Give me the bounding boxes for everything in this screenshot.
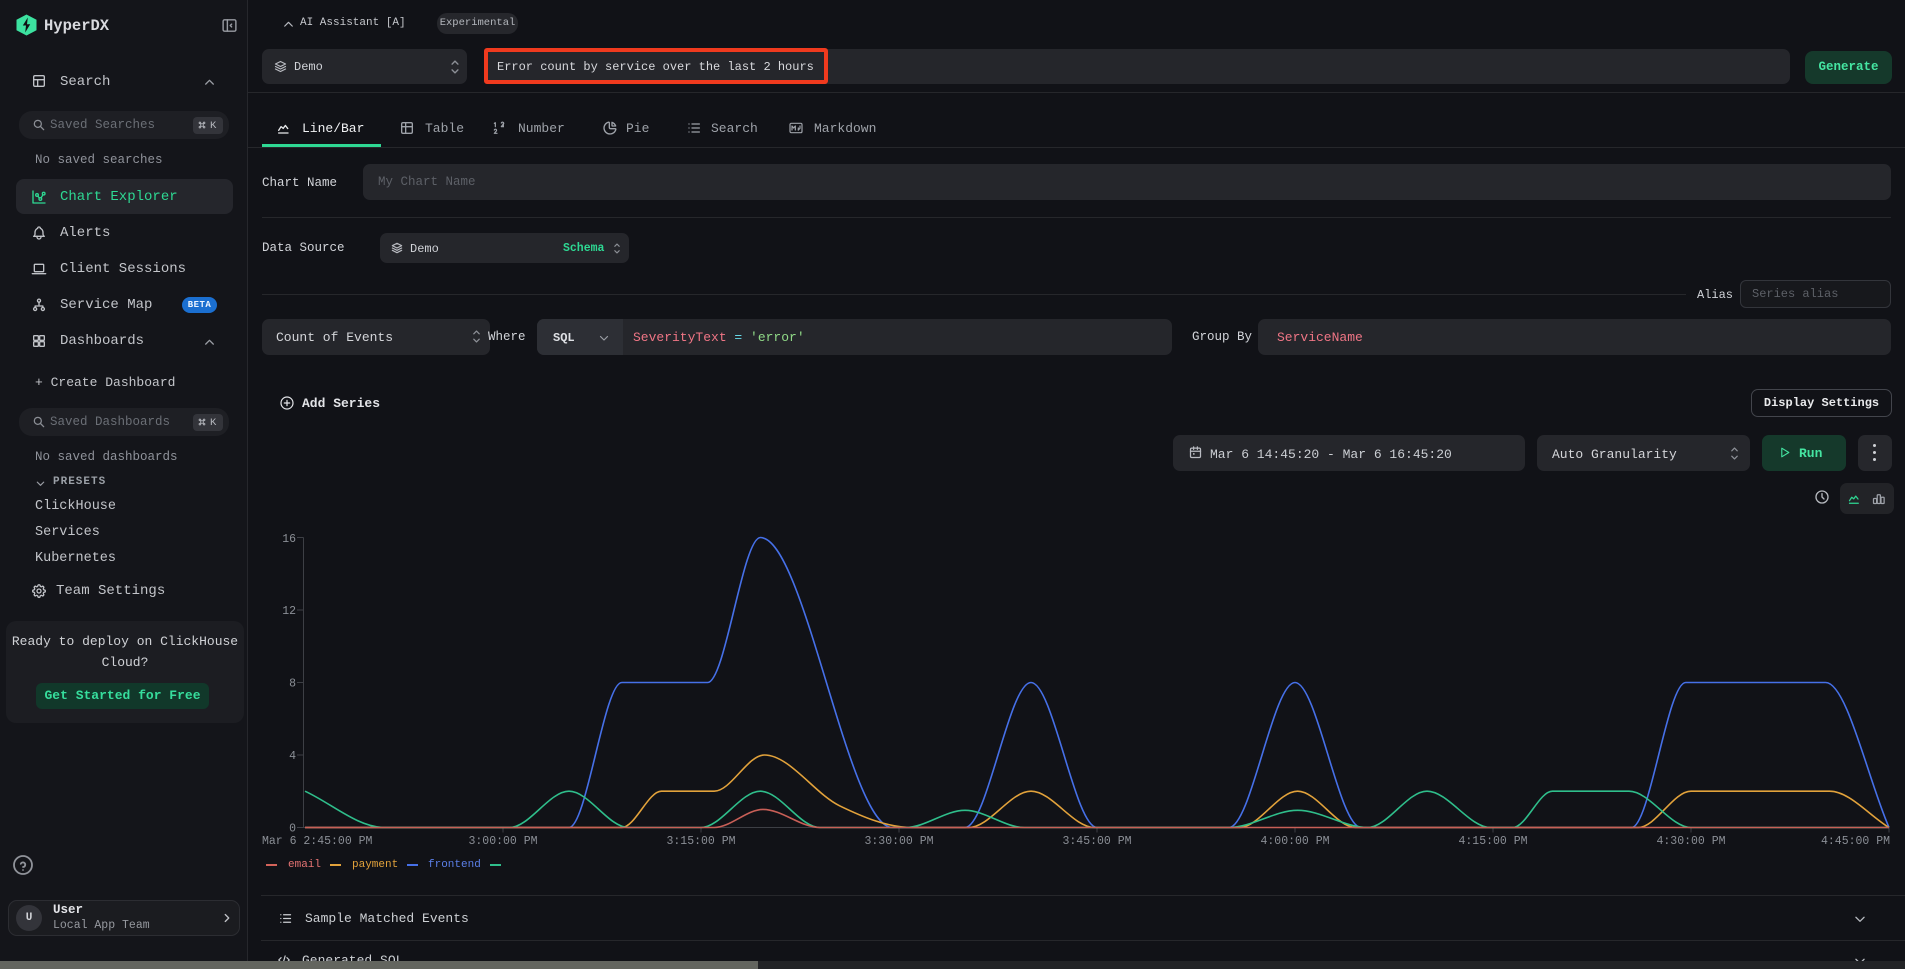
svg-text:4:45:00 PM: 4:45:00 PM: [1821, 835, 1890, 848]
svg-text:0: 0: [289, 823, 296, 836]
svg-text:8: 8: [289, 678, 296, 691]
svg-text:4:00:00 PM: 4:00:00 PM: [1260, 835, 1329, 848]
svg-text:3:00:00 PM: 3:00:00 PM: [468, 835, 537, 848]
svg-text:3:30:00 PM: 3:30:00 PM: [864, 835, 933, 848]
svg-text:Mar 6 2:45:00 PM: Mar 6 2:45:00 PM: [262, 835, 373, 848]
svg-text:4:30:00 PM: 4:30:00 PM: [1656, 835, 1725, 848]
svg-text:4:15:00 PM: 4:15:00 PM: [1458, 835, 1527, 848]
svg-text:3:15:00 PM: 3:15:00 PM: [666, 835, 735, 848]
svg-text:3:45:00 PM: 3:45:00 PM: [1062, 835, 1131, 848]
svg-text:12: 12: [282, 605, 296, 618]
svg-text:4: 4: [289, 750, 296, 763]
svg-text:16: 16: [282, 533, 296, 546]
